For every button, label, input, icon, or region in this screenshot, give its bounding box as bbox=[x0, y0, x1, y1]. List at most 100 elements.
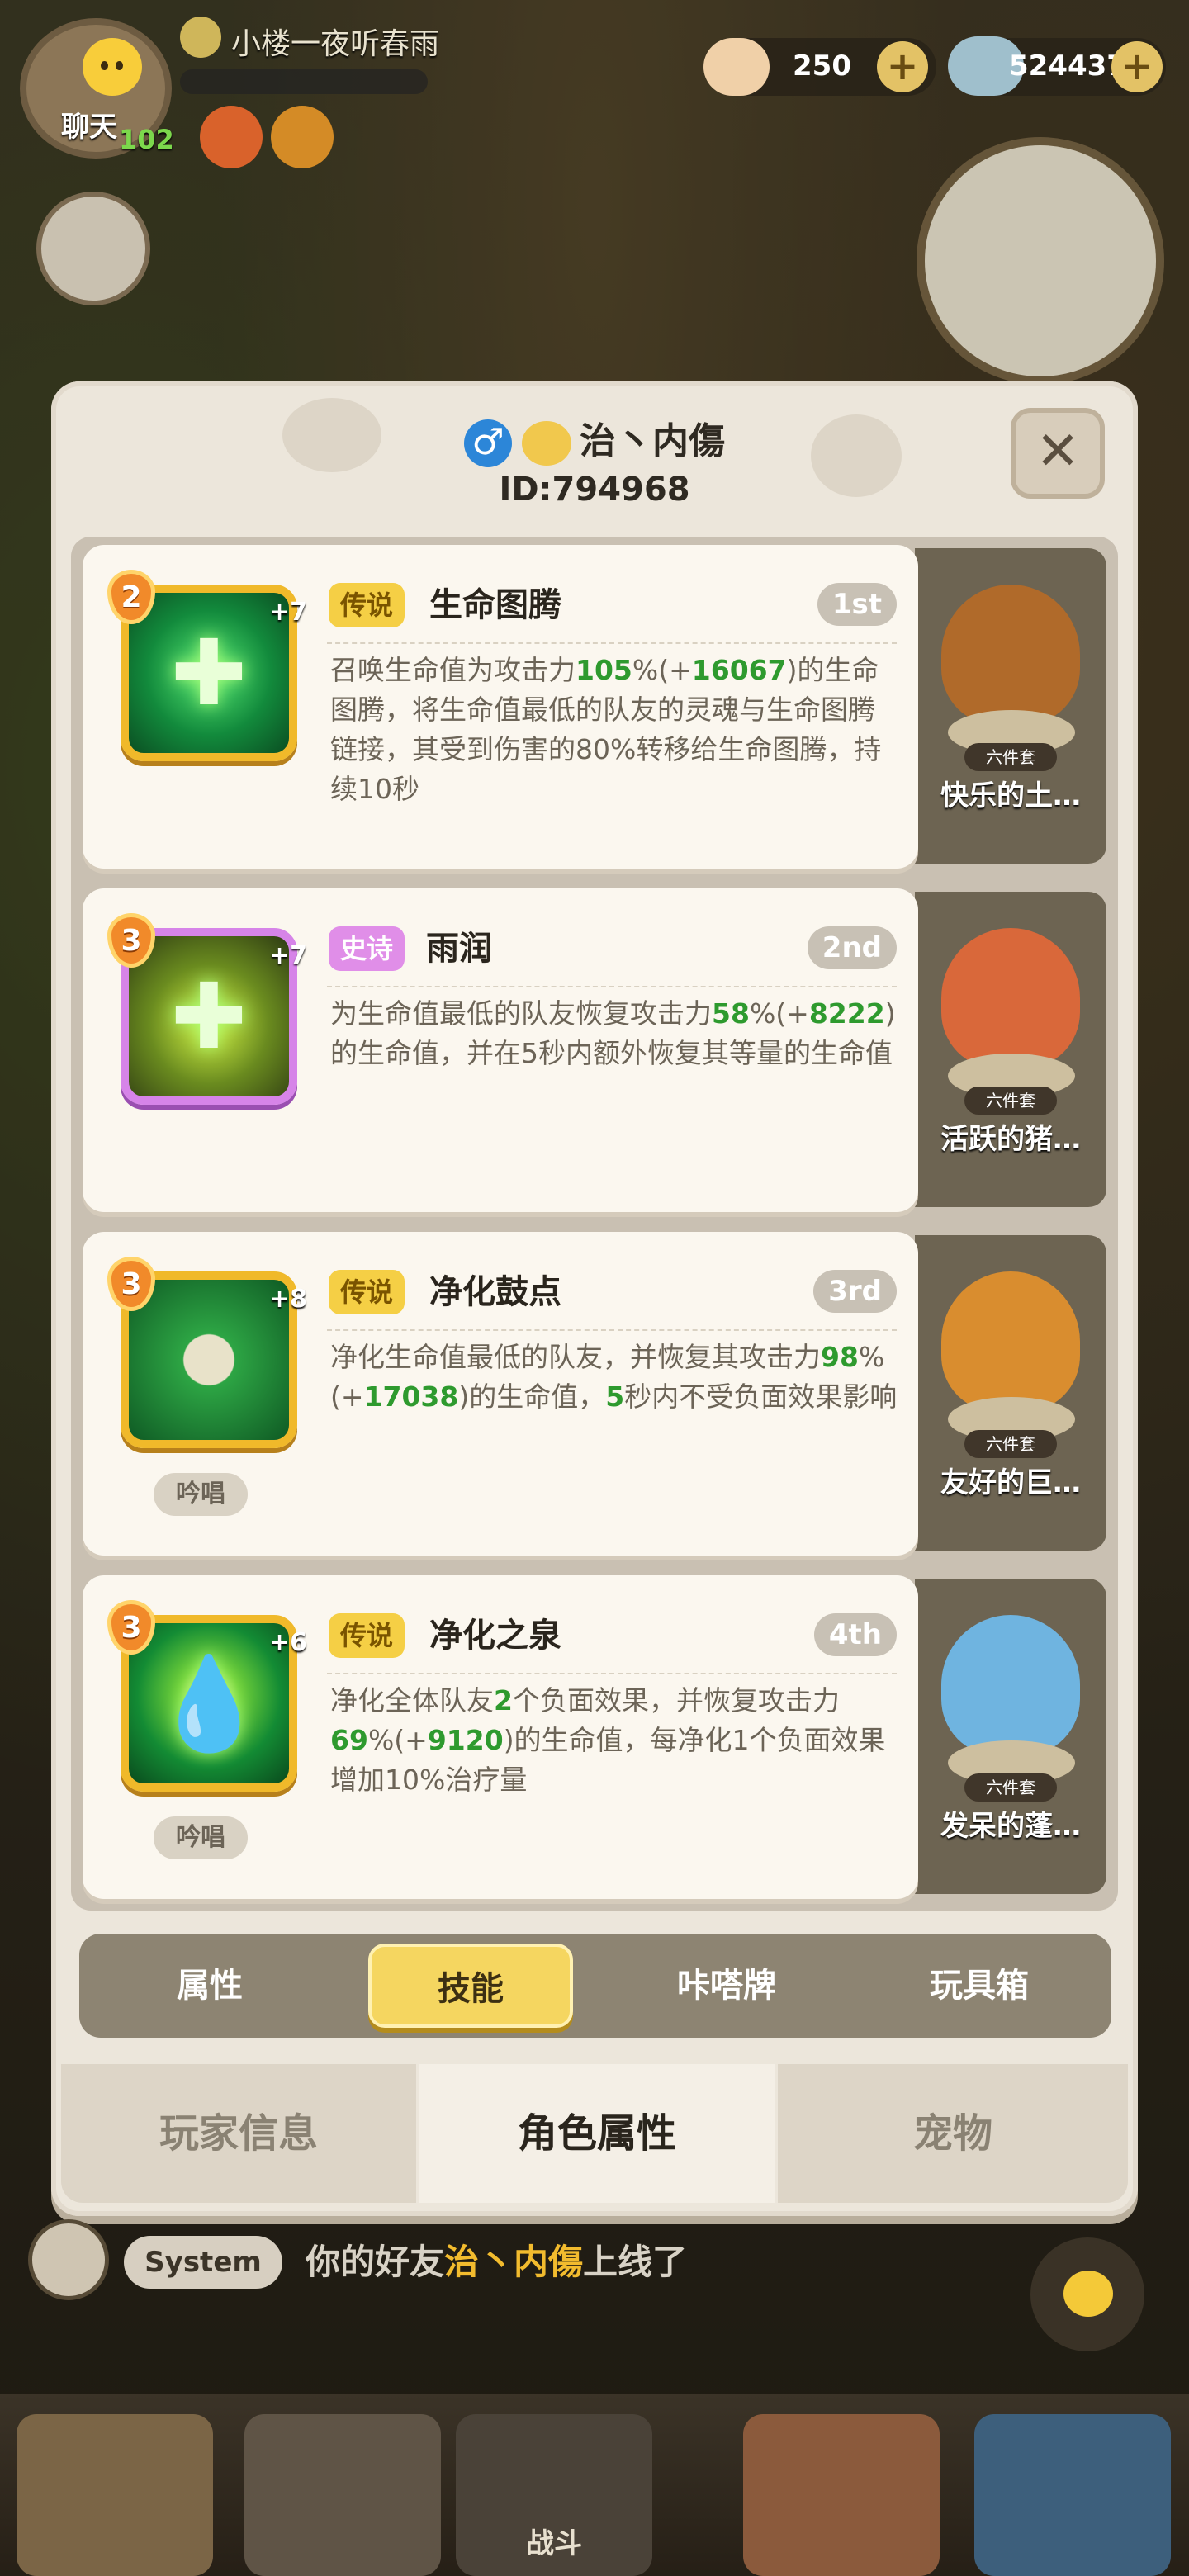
desc-text: 净化生命值最低的队友，并恢复其攻击力 bbox=[330, 1341, 821, 1373]
rarity-badge: 史诗 bbox=[329, 926, 405, 971]
tab-toybox[interactable]: 玩具箱 bbox=[877, 1944, 1082, 2028]
nav-battle[interactable]: 战斗 bbox=[456, 2414, 652, 2576]
player-level: 102 bbox=[119, 124, 174, 155]
pet-figure-icon bbox=[941, 1615, 1080, 1755]
skill-card[interactable]: ✚ 3 +7 史诗 雨润 2nd 为生命值最低的队友恢复攻击力58%(+8222… bbox=[83, 888, 918, 1212]
close-button[interactable]: ✕ bbox=[1011, 408, 1105, 499]
chat-button[interactable] bbox=[1030, 2237, 1144, 2351]
pet-set-tag: 六件套 bbox=[964, 1773, 1057, 1802]
highlight-value: 8222 bbox=[808, 997, 885, 1030]
rarity-badge: 传说 bbox=[329, 1270, 405, 1314]
male-gender-icon: ♂ bbox=[464, 419, 512, 467]
pet-figure-icon bbox=[941, 928, 1080, 1068]
buff-icon[interactable] bbox=[271, 106, 334, 168]
tab-skills[interactable]: 技能 bbox=[368, 1944, 573, 2028]
chant-tag: 吟唱 bbox=[154, 1816, 248, 1859]
stone-currency-value: 524437 bbox=[1009, 50, 1126, 83]
highlight-value: 105 bbox=[576, 654, 632, 686]
skill-plus-level: +6 bbox=[269, 1628, 308, 1657]
pet-card[interactable]: 六件套 快乐的土… bbox=[915, 548, 1106, 864]
desc-text: %(+ bbox=[367, 1724, 428, 1756]
skill-card[interactable]: ✚ 2 +7 传说 生命图腾 1st 召唤生命值为攻击力105%(+16067)… bbox=[83, 545, 918, 869]
skill-description: 净化生命值最低的队友，并恢复其攻击力98%(+17038)的生命值，5秒内不受负… bbox=[330, 1338, 900, 1417]
skill-description: 为生命值最低的队友恢复攻击力58%(+8222)的生命值，并在5秒内额外恢复其等… bbox=[330, 994, 900, 1073]
highlight-value: 98 bbox=[821, 1341, 859, 1373]
shell-currency-value: 250 bbox=[793, 50, 851, 83]
tab-cards[interactable]: 咔嗒牌 bbox=[624, 1944, 829, 2028]
skill-plus-level: +7 bbox=[269, 598, 308, 627]
pet-name: 发呆的蓬… bbox=[940, 1810, 1081, 1843]
system-message: 你的好友治丶内傷上线了 bbox=[306, 2234, 687, 2285]
profile-bottom-tabs: 玩家信息 角色属性 宠物 bbox=[61, 2064, 1128, 2203]
pet-card[interactable]: 六件套 活跃的猪… bbox=[915, 892, 1106, 1207]
nav-pet[interactable] bbox=[743, 2414, 940, 2576]
desc-text: 召唤生命值为攻击力 bbox=[330, 654, 576, 686]
player-profile-modal: ♂ 治丶内傷 ID:794968 ✕ 六件套 快乐的土… ✚ 2 +7 传说 生命… bbox=[51, 381, 1138, 2216]
highlight-value: 69 bbox=[330, 1724, 368, 1756]
friend-name[interactable]: 治丶内傷 bbox=[444, 2242, 583, 2282]
desc-text: 秒内不受负面效果影响 bbox=[624, 1380, 898, 1413]
tab-player-info[interactable]: 玩家信息 bbox=[61, 2064, 416, 2203]
buff-icon[interactable] bbox=[200, 106, 263, 168]
highlight-value: 2 bbox=[494, 1684, 513, 1717]
chat-label[interactable]: 聊天 bbox=[61, 104, 117, 144]
friend-avatar[interactable] bbox=[36, 192, 150, 305]
minimap[interactable] bbox=[917, 137, 1164, 385]
pet-figure-icon bbox=[941, 1271, 1080, 1412]
skill-name: 生命图腾 bbox=[429, 586, 561, 624]
skill-rank: 4th bbox=[813, 1613, 897, 1656]
nav-shop[interactable] bbox=[974, 2414, 1171, 2576]
pet-set-tag: 六件套 bbox=[964, 1430, 1057, 1458]
skill-rank: 1st bbox=[817, 583, 897, 626]
skill-rank: 2nd bbox=[807, 926, 897, 969]
profile-id: ID:794968 bbox=[499, 471, 690, 509]
shell-currency-icon bbox=[703, 38, 770, 96]
skill-card[interactable]: 3 +8 传说 净化鼓点 3rd 净化生命值最低的队友，并恢复其攻击力98%(+… bbox=[83, 1232, 918, 1556]
chant-tag: 吟唱 bbox=[154, 1473, 248, 1516]
profile-title: ♂ 治丶内傷 bbox=[51, 411, 1138, 467]
tab-character-attributes[interactable]: 角色属性 bbox=[419, 2064, 775, 2203]
system-tag: System bbox=[124, 2236, 282, 2289]
desc-text: %(+ bbox=[632, 654, 692, 686]
skill-name: 雨润 bbox=[426, 930, 492, 968]
profile-emoji-icon bbox=[522, 421, 571, 466]
pet-figure-icon bbox=[941, 585, 1080, 725]
tab-attributes[interactable]: 属性 bbox=[107, 1944, 312, 2028]
highlight-value: 58 bbox=[712, 997, 750, 1030]
desc-text: 净化全体队友 bbox=[330, 1684, 494, 1717]
chat-icon[interactable] bbox=[83, 38, 142, 96]
rarity-badge: 传说 bbox=[329, 1613, 405, 1658]
skill-plus-level: +7 bbox=[269, 941, 308, 970]
skill-card[interactable]: 💧 3 +6 传说 净化之泉 4th 净化全体队友2个负面效果，并恢复攻击力69… bbox=[83, 1575, 918, 1899]
divider bbox=[327, 1329, 897, 1331]
add-stone-button[interactable]: + bbox=[1111, 41, 1163, 92]
message-prefix: 你的好友 bbox=[306, 2242, 445, 2282]
skill-plus-level: +8 bbox=[269, 1285, 308, 1314]
highlight-value: 17038 bbox=[363, 1380, 459, 1413]
tab-pets[interactable]: 宠物 bbox=[778, 2064, 1128, 2203]
bottom-navigation: 战斗 bbox=[0, 2394, 1189, 2576]
add-shell-button[interactable]: + bbox=[877, 41, 928, 92]
desc-text: 个负面效果，并恢复攻击力 bbox=[512, 1684, 840, 1717]
highlight-value: 9120 bbox=[427, 1724, 504, 1756]
pet-card[interactable]: 六件套 发呆的蓬… bbox=[915, 1579, 1106, 1894]
nav-character[interactable] bbox=[17, 2414, 213, 2576]
skill-description: 净化全体队友2个负面效果，并恢复攻击力69%(+9120)的生命值，每净化1个负… bbox=[330, 1681, 900, 1800]
player-emoji-icon bbox=[180, 17, 221, 58]
chat-bubble-icon bbox=[1063, 2271, 1113, 2317]
divider bbox=[327, 1673, 897, 1674]
desc-text: 为生命值最低的队友恢复攻击力 bbox=[330, 997, 712, 1030]
rarity-badge: 传说 bbox=[329, 583, 405, 627]
profile-subtabs: 属性 技能 咔嗒牌 玩具箱 bbox=[79, 1934, 1111, 2038]
highlight-value: 16067 bbox=[691, 654, 787, 686]
skill-list[interactable]: 六件套 快乐的土… ✚ 2 +7 传说 生命图腾 1st 召唤生命值为攻击力10… bbox=[71, 537, 1118, 1911]
pet-card[interactable]: 六件套 友好的巨… bbox=[915, 1235, 1106, 1551]
divider bbox=[327, 986, 897, 987]
skill-name: 净化之泉 bbox=[429, 1617, 561, 1655]
message-suffix: 上线了 bbox=[583, 2242, 688, 2282]
highlight-value: 5 bbox=[605, 1380, 625, 1413]
pet-set-tag: 六件套 bbox=[964, 1087, 1057, 1115]
nav-hero[interactable] bbox=[244, 2414, 441, 2576]
divider bbox=[327, 642, 897, 644]
nav-battle-label: 战斗 bbox=[526, 2527, 582, 2560]
